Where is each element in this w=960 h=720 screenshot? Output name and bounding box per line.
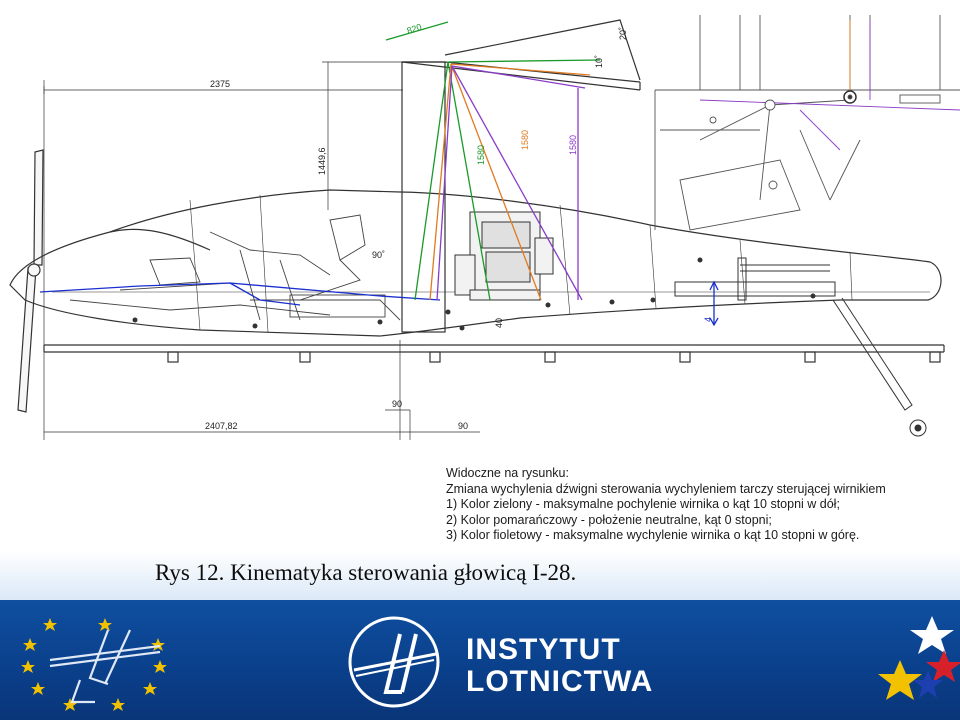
detail-inset: [654, 15, 960, 231]
dim-angle-90: 90˚: [372, 250, 385, 260]
dim-2375: 2375: [210, 79, 230, 89]
legend-heading: Widoczne na rysunku:: [446, 466, 569, 480]
view-symbol-icon: [909, 419, 927, 437]
propeller: [17, 149, 44, 413]
dim-90-b: 90: [458, 421, 468, 431]
dim-1580-violet: 1580: [568, 135, 578, 155]
legend-line-3: 2) Kolor pomarańczowy - położenie neutra…: [446, 512, 772, 527]
dim-820: 820: [406, 22, 423, 36]
dim-40: 40: [494, 318, 504, 328]
eu-stars-logo-icon: [21, 618, 167, 711]
brand-name-line-1: INSTYTUT: [466, 633, 621, 666]
dim-angle-10: 10˚: [594, 55, 604, 68]
instytut-lotnictwa-logo-icon: [348, 616, 440, 708]
figure-caption: Rys 12. Kinematyka sterowania głowicą I-…: [155, 560, 577, 585]
legend-line-4: 3) Kolor fioletowy - maksymalne wychylen…: [446, 528, 860, 542]
dim-4: 4: [703, 317, 713, 322]
technical-drawing-area: 2375 1449,6 2407,82 90 90 820 20˚ 10˚ 15…: [0, 0, 960, 550]
dim-angle-20: 20˚: [618, 27, 628, 40]
flag-stars-icon: [878, 616, 960, 700]
dim-90-a: 90: [392, 399, 402, 409]
dim-1449: 1449,6: [317, 147, 327, 175]
legend-line-2: 1) Kolor zielony - maksymalne pochylenie…: [446, 497, 840, 511]
dim-1580-orange: 1580: [520, 130, 530, 150]
legend-line-1: Zmiana wychylenia dźwigni sterowania wyc…: [446, 481, 886, 496]
dim-2407: 2407,82: [205, 421, 238, 431]
brand-name-line-2: LOTNICTWA: [466, 665, 654, 698]
engine-block: [454, 211, 554, 301]
ground-stand: [43, 344, 945, 363]
tail-boom: [674, 257, 913, 411]
drawing-legend: Widoczne na rysunku: Zmiana wychylenia d…: [446, 466, 956, 544]
dim-1580-green: 1580: [476, 145, 486, 165]
